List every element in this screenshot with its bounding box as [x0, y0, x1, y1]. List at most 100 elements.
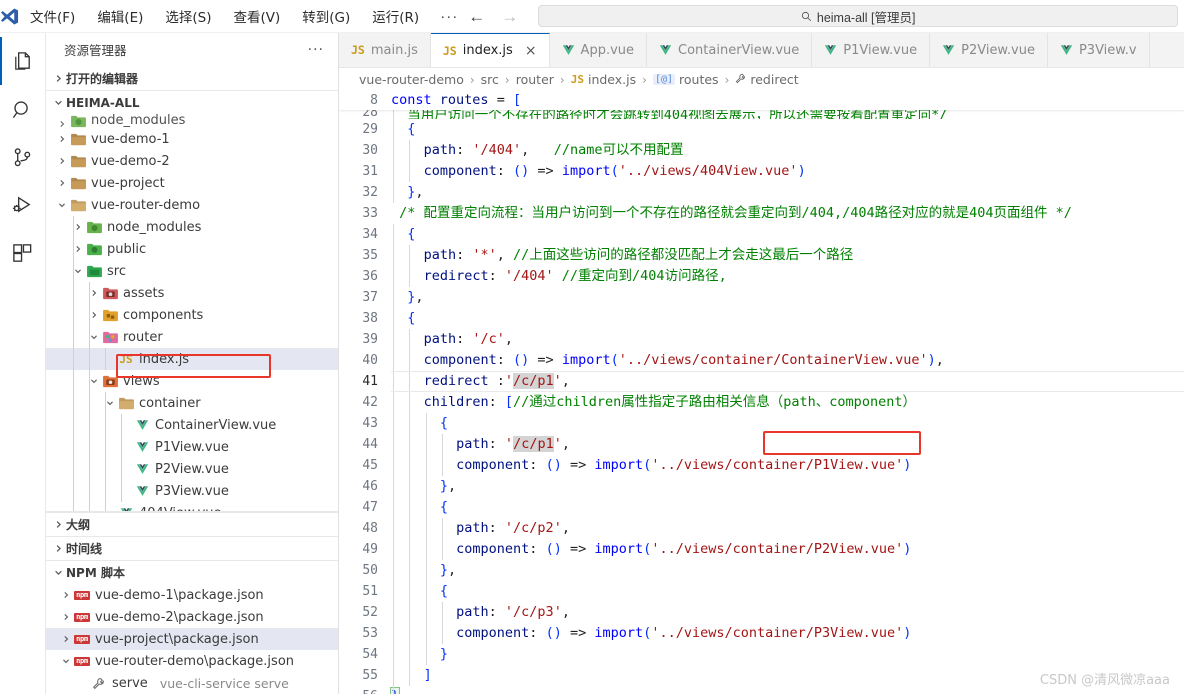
code-editor[interactable]: 8 const routes = [ 28 当用户访问一个不存在的路径时才会跳转… [339, 91, 1184, 694]
code-line-45[interactable]: 45 component: () => import('../views/con… [339, 455, 1184, 476]
tree-item-components[interactable]: components [46, 304, 338, 326]
folder-node-icon [68, 115, 88, 128]
forward-arrow-icon[interactable]: → [501, 8, 518, 25]
code-line-49[interactable]: 49 component: () => import('../views/con… [339, 539, 1184, 560]
section-outline[interactable]: 大纲 [46, 512, 338, 536]
npm-item-vue-project\package.json[interactable]: npm vue-project\package.json [46, 628, 338, 650]
back-arrow-icon[interactable]: ← [468, 8, 485, 25]
npm-script-serve[interactable]: serve vue-cli-service serve [46, 672, 338, 694]
tree-item-router[interactable]: router [46, 326, 338, 348]
code-line-40[interactable]: 40 component: () => import('../views/con… [339, 350, 1184, 371]
code-line-51[interactable]: 51 { [339, 581, 1184, 602]
code-line-33[interactable]: 33 /* 配置重定向流程：当用户访问到一个不存在的路径就会重定向到/404,/… [339, 203, 1184, 224]
code-line-56[interactable]: 56} [339, 686, 1184, 694]
tree-item-vue-project[interactable]: vue-project [46, 172, 338, 194]
file-tree[interactable]: node_modules vue-demo-1 vue-demo-2 vue-proj… [46, 114, 338, 511]
breadcrumb-item-redirect[interactable]: redirect [735, 72, 799, 87]
tab-p3view-v[interactable]: P3View.v [1047, 33, 1150, 67]
tree-item-views[interactable]: views [46, 370, 338, 392]
code-line-37[interactable]: 37 }, [339, 287, 1184, 308]
tree-item-vue-demo-1[interactable]: vue-demo-1 [46, 128, 338, 150]
activity-explorer-icon[interactable] [0, 37, 46, 85]
code-line-54[interactable]: 54 } [339, 644, 1184, 665]
tab-p2view-vue[interactable]: P2View.vue [930, 33, 1048, 67]
tree-item-vue-demo-2[interactable]: vue-demo-2 [46, 150, 338, 172]
code-line-35[interactable]: 35 path: '*', //上面这些访问的路径都没匹配上才会走这最后一个路径 [339, 245, 1184, 266]
tree-item-node_modules[interactable]: node_modules [46, 114, 338, 128]
code-line-50[interactable]: 50 }, [339, 560, 1184, 581]
menu-edit[interactable]: 编辑(E) [86, 3, 154, 29]
section-npm-scripts[interactable]: NPM 脚本 [46, 560, 338, 584]
breadcrumb-item-vue-router-demo[interactable]: vue-router-demo [359, 72, 464, 87]
breadcrumb-item-index-js[interactable]: JS index.js [571, 72, 636, 87]
activity-source-control-icon[interactable] [0, 133, 46, 181]
code-line-34[interactable]: 34 { [339, 224, 1184, 245]
tree-item-node_modules[interactable]: node_modules [46, 216, 338, 238]
code-line-39[interactable]: 39 path: '/c', [339, 329, 1184, 350]
tree-item-public[interactable]: public [46, 238, 338, 260]
activity-run-debug-icon[interactable] [0, 181, 46, 229]
menu-view[interactable]: 查看(V) [223, 3, 292, 29]
editor-tab-bar[interactable]: JS main.js JS index.js × App.vue ContainerView… [339, 33, 1184, 68]
breadcrumb-item-src[interactable]: src [481, 72, 499, 87]
line-number: 50 [362, 563, 378, 578]
folder-open-icon [116, 397, 136, 410]
code-line-38[interactable]: 38 { [339, 308, 1184, 329]
tab-main-js[interactable]: JS main.js [339, 33, 431, 67]
menu-select[interactable]: 选择(S) [154, 3, 222, 29]
code-line-29[interactable]: 29 { [339, 119, 1184, 140]
code-line-55[interactable]: 55 ] [339, 665, 1184, 686]
tree-item-containerview-vue[interactable]: ContainerView.vue [46, 414, 338, 436]
code-line-46[interactable]: 46 }, [339, 476, 1184, 497]
code-line-48[interactable]: 48 path: '/c/p2', [339, 518, 1184, 539]
tree-item-container[interactable]: container [46, 392, 338, 414]
npm-scripts-list[interactable]: npm vue-demo-1\package.json npm vue-demo-2\… [46, 584, 338, 694]
menu-more-button[interactable]: ··· [430, 5, 468, 28]
tree-item-index-js[interactable]: JS index.js [46, 348, 338, 370]
breadcrumb-item-routes[interactable]: [@] routes [652, 72, 719, 87]
npm-item-vue-router-demo\package.json[interactable]: npm vue-router-demo\package.json [46, 650, 338, 672]
tree-item-404view-vue[interactable]: 404View.vue [46, 502, 338, 511]
activity-extensions-icon[interactable] [0, 229, 46, 277]
menu-file[interactable]: 文件(F) [19, 3, 86, 29]
code-line-32[interactable]: 32 }, [339, 182, 1184, 203]
tree-item-p1view-vue[interactable]: P1View.vue [46, 436, 338, 458]
code-line-30[interactable]: 30 path: '/404', //name可以不用配置 [339, 140, 1184, 161]
tree-item-assets[interactable]: assets [46, 282, 338, 304]
tree-item-p2view-vue[interactable]: P2View.vue [46, 458, 338, 480]
tab-app-vue[interactable]: App.vue [549, 33, 648, 67]
npm-item-vue-demo-2\package.json[interactable]: npm vue-demo-2\package.json [46, 606, 338, 628]
indent-guide [393, 350, 394, 371]
code-line-43[interactable]: 43 { [339, 413, 1184, 434]
code-line-42[interactable]: 42 children: [//通过children属性指定子路由相关信息（pa… [339, 392, 1184, 413]
menu-run[interactable]: 运行(R) [361, 3, 430, 29]
section-workspace[interactable]: HEIMA-ALL [46, 90, 338, 114]
code-line-47[interactable]: 47 { [339, 497, 1184, 518]
breadcrumb-item-router[interactable]: router [516, 72, 554, 87]
command-center-search[interactable]: heima-all [管理员] [538, 5, 1179, 27]
code-lines[interactable]: 28 当用户访问一个不存在的路径时才会跳转到404视图去展示，所以还需要按着配置… [339, 105, 1184, 694]
section-timeline[interactable]: 时间线 [46, 536, 338, 560]
code-line-53[interactable]: 53 component: () => import('../views/con… [339, 623, 1184, 644]
breadcrumb[interactable]: vue-router-demo › src › router › JS index.js › [@… [339, 68, 1184, 91]
sidebar-more-actions-button[interactable]: ··· [308, 42, 330, 58]
code-line-41[interactable]: 41 redirect :'/c/p1', [339, 371, 1184, 392]
tab-index-js[interactable]: JS index.js × [430, 33, 550, 67]
tab-p1view-vue[interactable]: P1View.vue [812, 33, 931, 67]
code-line-31[interactable]: 31 component: () => import('../views/404… [339, 161, 1184, 182]
code-line-36[interactable]: 36 redirect: '/404' //重定向到/404访问路径, [339, 266, 1184, 287]
code-line-44[interactable]: 44 path: '/c/p1', [339, 434, 1184, 455]
tree-item-src[interactable]: src [46, 260, 338, 282]
tree-item-vue-router-demo[interactable]: vue-router-demo [46, 194, 338, 216]
line-code: { [407, 121, 416, 137]
tab-containerview-vue[interactable]: ContainerView.vue [647, 33, 813, 67]
activity-search-icon[interactable] [0, 85, 46, 133]
code-line-52[interactable]: 52 path: '/c/p3', [339, 602, 1184, 623]
tree-item-p3view-vue[interactable]: P3View.vue [46, 480, 338, 502]
indent-guide [393, 140, 394, 161]
folder-node-icon [84, 221, 104, 234]
npm-item-vue-demo-1\package.json[interactable]: npm vue-demo-1\package.json [46, 584, 338, 606]
menu-go[interactable]: 转到(G) [291, 3, 361, 29]
tab-close-icon[interactable]: × [525, 44, 537, 58]
section-open-editors[interactable]: 打开的编辑器 [46, 66, 338, 90]
